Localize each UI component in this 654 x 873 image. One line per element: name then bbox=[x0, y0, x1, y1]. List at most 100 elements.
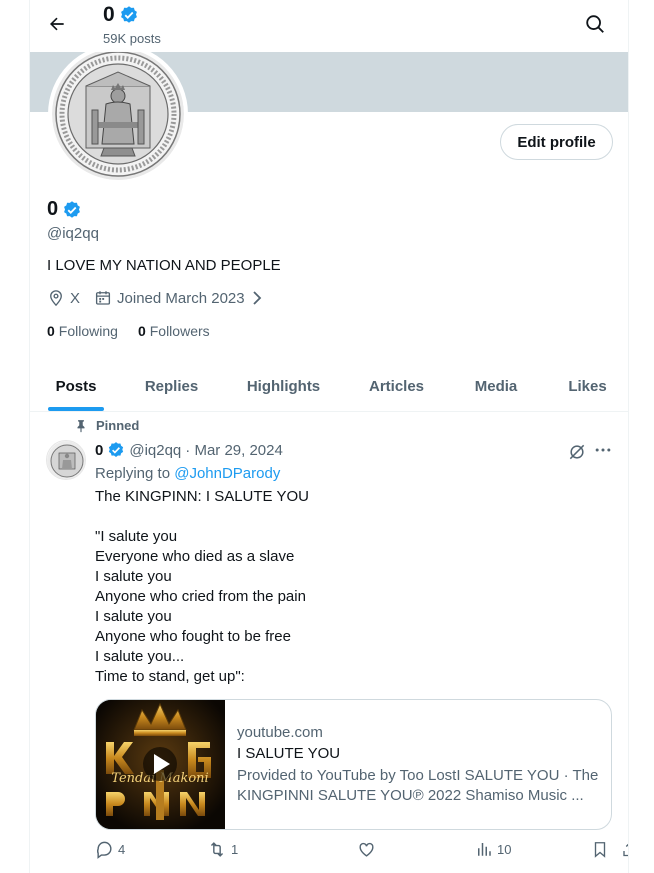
top-bar: 0 59K posts bbox=[30, 0, 628, 52]
reply-icon bbox=[96, 841, 112, 859]
posts-count: 59K posts bbox=[103, 31, 161, 46]
tab-highlights-label: Highlights bbox=[246, 378, 321, 395]
card-domain: youtube.com bbox=[237, 723, 323, 741]
verified-badge-icon bbox=[109, 442, 124, 457]
followers-label: Followers bbox=[149, 323, 210, 339]
search-button[interactable] bbox=[584, 13, 608, 37]
profile-name-text: 0 bbox=[47, 198, 59, 220]
pinned-label: Pinned bbox=[96, 418, 140, 433]
bookmark-icon bbox=[594, 842, 606, 858]
post-line: Time to stand, get up": bbox=[95, 668, 245, 685]
post-text: The KINGPINN: I SALUTE YOU "I salute you… bbox=[95, 487, 595, 687]
post-actions: 4 1 10 bbox=[95, 840, 628, 866]
post-line: "I salute you bbox=[95, 528, 178, 545]
replying-to-prefix: Replying to bbox=[95, 465, 171, 482]
album-cover-image: Tendai Makoni bbox=[96, 700, 225, 829]
post-line: Anyone who fought to be free bbox=[95, 628, 291, 645]
grok-button[interactable] bbox=[567, 442, 587, 462]
analytics-icon bbox=[478, 843, 491, 856]
post-line: I salute you bbox=[95, 608, 172, 625]
profile-avatar[interactable] bbox=[48, 44, 188, 184]
tab-likes[interactable]: Likes bbox=[545, 362, 628, 411]
search-icon bbox=[586, 15, 604, 33]
pinned-indicator: Pinned bbox=[74, 418, 139, 433]
profile-name: 0 bbox=[47, 198, 82, 221]
profile-tabs: Posts Replies Highlights Articles Media … bbox=[30, 362, 628, 412]
post-line bbox=[95, 507, 595, 527]
share-button[interactable] bbox=[621, 840, 628, 859]
tab-replies[interactable]: Replies bbox=[122, 362, 221, 411]
location-pin-icon bbox=[50, 290, 62, 307]
views-button[interactable]: 10 bbox=[475, 840, 511, 858]
card-description-line: KINGPINNI SALUTE YOU℗ 2022 Shamiso Music… bbox=[237, 786, 584, 804]
location-text: X bbox=[70, 289, 81, 307]
post-line: I salute you... bbox=[95, 648, 185, 665]
card-title: I SALUTE YOU bbox=[237, 744, 341, 762]
share-icon bbox=[623, 843, 628, 857]
calendar-icon bbox=[95, 291, 111, 305]
repost-count: 1 bbox=[231, 842, 239, 857]
arrow-left-icon bbox=[50, 17, 64, 31]
header-name: 0 bbox=[103, 3, 139, 27]
post-author-name[interactable]: 0 bbox=[95, 442, 103, 459]
repost-button[interactable]: 1 bbox=[207, 840, 238, 859]
active-tab-indicator bbox=[48, 407, 104, 411]
joined-text: Joined March 2023 bbox=[117, 289, 245, 307]
seal-image bbox=[52, 48, 184, 180]
tab-posts-label: Posts bbox=[55, 378, 97, 395]
reply-button[interactable]: 4 bbox=[95, 840, 125, 859]
profile-meta: X Joined March 2023 bbox=[47, 289, 264, 307]
followers-count: 0 bbox=[137, 323, 146, 339]
chevron-right-icon bbox=[252, 291, 261, 305]
heart-icon bbox=[359, 842, 374, 857]
following-link[interactable]: 0 Following bbox=[47, 323, 118, 339]
card-thumbnail: Tendai Makoni bbox=[96, 700, 225, 829]
verified-badge-icon bbox=[64, 200, 81, 218]
profile-page: 0 59K posts Edit profile 0 @iq2qq I LOVE… bbox=[29, 0, 629, 873]
post-header: 0 @iq2qq · Mar 29, 2024 bbox=[95, 441, 283, 459]
replying-to-handle[interactable]: @JohnDParody bbox=[174, 465, 280, 482]
tab-highlights[interactable]: Highlights bbox=[221, 362, 346, 411]
post-line: The KINGPINN: I SALUTE YOU bbox=[95, 488, 309, 505]
tab-posts[interactable]: Posts bbox=[30, 362, 122, 411]
card-description: Provided to YouTube by Too LostI SALUTE … bbox=[237, 766, 598, 806]
joined-item[interactable]: Joined March 2023 bbox=[94, 289, 264, 307]
post-line: I salute you bbox=[95, 568, 172, 585]
card-body: youtube.com I SALUTE YOU Provided to You… bbox=[225, 700, 610, 829]
tab-media-label: Media bbox=[474, 378, 518, 395]
like-button[interactable] bbox=[357, 840, 380, 859]
card-description-line: Provided to YouTube by Too LostI SALUTE … bbox=[237, 766, 599, 784]
followers-link[interactable]: 0 Followers bbox=[138, 323, 210, 339]
tab-replies-label: Replies bbox=[144, 378, 199, 395]
views-count: 10 bbox=[497, 841, 512, 857]
tab-articles[interactable]: Articles bbox=[346, 362, 447, 411]
following-label: Following bbox=[58, 323, 118, 339]
reply-count: 4 bbox=[118, 842, 126, 857]
profile-handle: @iq2qq bbox=[47, 225, 99, 242]
tab-media[interactable]: Media bbox=[447, 362, 545, 411]
post-line: Everyone who died as a slave bbox=[95, 548, 295, 565]
follow-stats: 0 Following 0 Followers bbox=[47, 323, 210, 339]
post-avatar[interactable] bbox=[46, 440, 86, 480]
replying-to: Replying to @JohnDParody bbox=[95, 465, 280, 482]
post-line: Anyone who cried from the pain bbox=[95, 588, 306, 605]
post-author-handle[interactable]: @iq2qq bbox=[129, 442, 181, 459]
verified-badge-icon bbox=[120, 6, 137, 23]
seal-image bbox=[47, 441, 85, 479]
header-name-text: 0 bbox=[103, 3, 115, 26]
grok-icon bbox=[569, 444, 585, 460]
link-card[interactable]: Tendai Makoni youtube.com I SALUTE YOU P… bbox=[95, 699, 612, 830]
following-count: 0 bbox=[47, 323, 55, 339]
tab-likes-label: Likes bbox=[568, 378, 607, 395]
post-date[interactable]: · Mar 29, 2024 bbox=[185, 442, 283, 459]
location-item: X bbox=[47, 289, 80, 307]
profile-bio: I LOVE MY NATION AND PEOPLE bbox=[47, 257, 281, 274]
more-options-button[interactable] bbox=[593, 440, 613, 460]
repost-icon bbox=[210, 842, 224, 857]
pin-icon bbox=[77, 419, 85, 432]
tab-articles-label: Articles bbox=[368, 378, 425, 395]
more-horizontal-icon bbox=[595, 448, 611, 452]
bookmark-button[interactable] bbox=[591, 840, 609, 859]
back-button[interactable] bbox=[44, 10, 70, 38]
edit-profile-button[interactable]: Edit profile bbox=[500, 124, 613, 160]
